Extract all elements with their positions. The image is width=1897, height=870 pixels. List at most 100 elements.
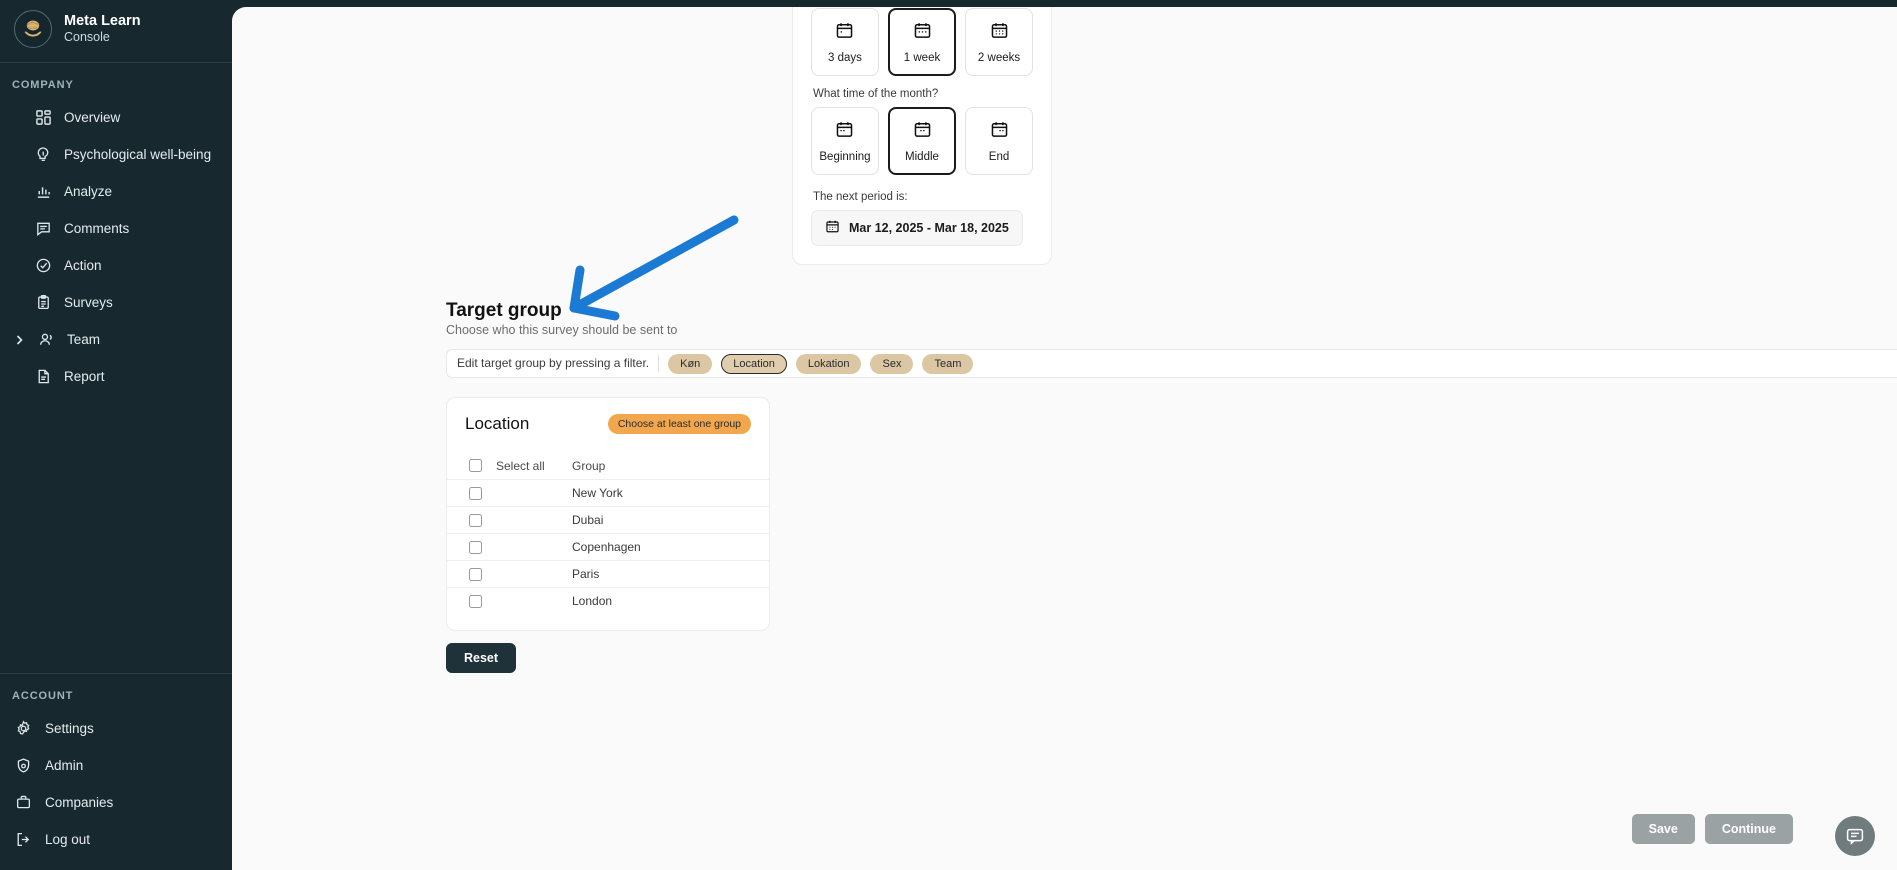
sidebar-item-label: Companies xyxy=(45,795,114,810)
calendar-icon xyxy=(990,21,1009,45)
sidebar-item-analyze[interactable]: Analyze xyxy=(0,173,232,210)
sidebar-item-label: Action xyxy=(64,258,102,273)
location-table: Select all Group New York Dubai Copenhag… xyxy=(447,452,769,614)
row-label: Paris xyxy=(572,567,600,581)
row-checkbox[interactable] xyxy=(469,540,482,554)
duration-option-2-weeks[interactable]: 2 weeks xyxy=(965,8,1033,76)
calendar-icon xyxy=(835,120,854,144)
page-title: Target group xyxy=(446,300,562,321)
duration-option-1-week[interactable]: 1 week xyxy=(887,8,957,76)
sidebar-item-companies[interactable]: Companies xyxy=(0,784,232,821)
location-card-title: Location xyxy=(465,414,530,433)
sidebar-nav-company: Overview Psychological well-being Analyz… xyxy=(0,99,232,395)
filter-chip-team[interactable]: Team xyxy=(922,353,974,374)
sidebar-item-action[interactable]: Action xyxy=(0,247,232,284)
filter-chip-location[interactable]: Location xyxy=(721,353,787,374)
duration-option-3-days[interactable]: 3 days xyxy=(811,8,879,76)
calendar-icon xyxy=(990,120,1009,144)
month-option-row: Beginning Middle End xyxy=(811,107,1033,175)
select-all-checkbox[interactable] xyxy=(469,459,482,472)
sidebar-item-settings[interactable]: Settings xyxy=(0,710,232,747)
filter-hint-label: Edit target group by pressing a filter. xyxy=(457,355,660,372)
content-wrapper: 3 days 1 week 2 weeks What time of the m… xyxy=(232,0,1897,870)
sidebar-item-label: Log out xyxy=(45,832,91,847)
row-checkbox[interactable] xyxy=(469,513,482,527)
duration-option-row: 3 days 1 week 2 weeks xyxy=(811,8,1033,76)
status-badge: Choose at least one group xyxy=(607,414,751,434)
brain-in-hand-logo-icon xyxy=(14,10,52,48)
row-checkbox[interactable] xyxy=(469,567,482,581)
sidebar: Meta Learn Console COMPANY Overview Psyc… xyxy=(0,0,232,870)
sidebar-item-log-out[interactable]: Log out xyxy=(0,821,232,858)
chat-bubble-icon[interactable] xyxy=(1835,816,1875,856)
row-label: New York xyxy=(572,486,623,500)
check-circle-icon xyxy=(34,256,53,275)
filter-chip-koen[interactable]: Køn xyxy=(668,353,713,374)
table-row[interactable]: Paris xyxy=(447,560,769,587)
table-row[interactable]: Copenhagen xyxy=(447,533,769,560)
next-period-value[interactable]: Mar 12, 2025 - Mar 18, 2025 xyxy=(811,210,1023,246)
logout-icon xyxy=(14,830,33,849)
reset-button[interactable]: Reset xyxy=(446,643,517,673)
table-row[interactable]: Dubai xyxy=(447,506,769,533)
location-card: Location Choose at least one group Selec… xyxy=(446,397,770,631)
sidebar-item-label: Settings xyxy=(45,721,94,736)
sidebar-item-label: Team xyxy=(67,332,101,347)
bottom-actions: Save Continue xyxy=(1631,814,1793,844)
table-row[interactable]: London xyxy=(447,587,769,614)
chevron-right-icon[interactable] xyxy=(12,334,26,346)
app-root: Meta Learn Console COMPANY Overview Psyc… xyxy=(0,0,1897,870)
row-label: Copenhagen xyxy=(572,540,641,554)
month-option-middle[interactable]: Middle xyxy=(887,107,957,175)
duration-option-label: 2 weeks xyxy=(977,51,1021,64)
duration-option-label: 1 week xyxy=(903,51,941,64)
table-header-row: Select all Group xyxy=(447,452,769,479)
month-option-label: Beginning xyxy=(819,150,871,163)
sidebar-item-label: Comments xyxy=(64,221,130,236)
briefcase-icon xyxy=(14,793,33,812)
comment-icon xyxy=(34,219,53,238)
select-all-label: Select all xyxy=(496,458,545,473)
calendar-icon xyxy=(825,219,840,237)
row-checkbox[interactable] xyxy=(469,594,482,608)
brand-subtitle: Console xyxy=(64,30,110,45)
column-header-group: Group xyxy=(572,458,606,473)
sidebar-item-label: Analyze xyxy=(64,184,113,199)
sidebar-item-team[interactable]: Team xyxy=(0,321,232,358)
month-option-end[interactable]: End xyxy=(965,107,1033,175)
page-subtitle: Choose who this survey should be sent to xyxy=(446,323,678,337)
duration-option-label: 3 days xyxy=(828,51,862,64)
calendar-icon xyxy=(913,120,932,144)
sidebar-item-psychological-well-being[interactable]: Psychological well-being xyxy=(0,136,232,173)
sidebar-item-surveys[interactable]: Surveys xyxy=(0,284,232,321)
sidebar-item-label: Surveys xyxy=(64,295,113,310)
dashboard-icon xyxy=(34,108,53,127)
sidebar-item-comments[interactable]: Comments xyxy=(0,210,232,247)
row-checkbox[interactable] xyxy=(469,486,482,500)
sidebar-item-admin[interactable]: Admin xyxy=(0,747,232,784)
row-label: London xyxy=(572,594,613,608)
month-option-label: Middle xyxy=(905,150,939,163)
content-area: 3 days 1 week 2 weeks What time of the m… xyxy=(232,7,1897,870)
clipboard-icon xyxy=(34,293,53,312)
sidebar-item-report[interactable]: Report xyxy=(0,358,232,395)
filter-chip-lokation[interactable]: Lokation xyxy=(795,353,862,374)
calendar-icon xyxy=(835,21,854,45)
brain-lightbulb-icon xyxy=(34,145,53,164)
brand[interactable]: Meta Learn Console xyxy=(0,0,232,62)
calendar-icon xyxy=(913,21,932,45)
save-button[interactable]: Save xyxy=(1631,814,1695,844)
sidebar-item-label: Psychological well-being xyxy=(64,147,212,162)
table-row[interactable]: New York xyxy=(447,479,769,506)
continue-button[interactable]: Continue xyxy=(1704,814,1793,844)
month-option-label: End xyxy=(988,150,1010,163)
sidebar-item-overview[interactable]: Overview xyxy=(0,99,232,136)
month-option-beginning[interactable]: Beginning xyxy=(811,107,879,175)
sidebar-account-block: ACCOUNT Settings Admin Companies Log out xyxy=(0,674,232,870)
month-question-label: What time of the month? xyxy=(813,88,939,100)
sidebar-item-label: Admin xyxy=(45,758,84,773)
filter-chip-sex[interactable]: Sex xyxy=(870,353,914,374)
users-icon xyxy=(37,330,56,349)
sidebar-item-label: Report xyxy=(64,369,105,384)
